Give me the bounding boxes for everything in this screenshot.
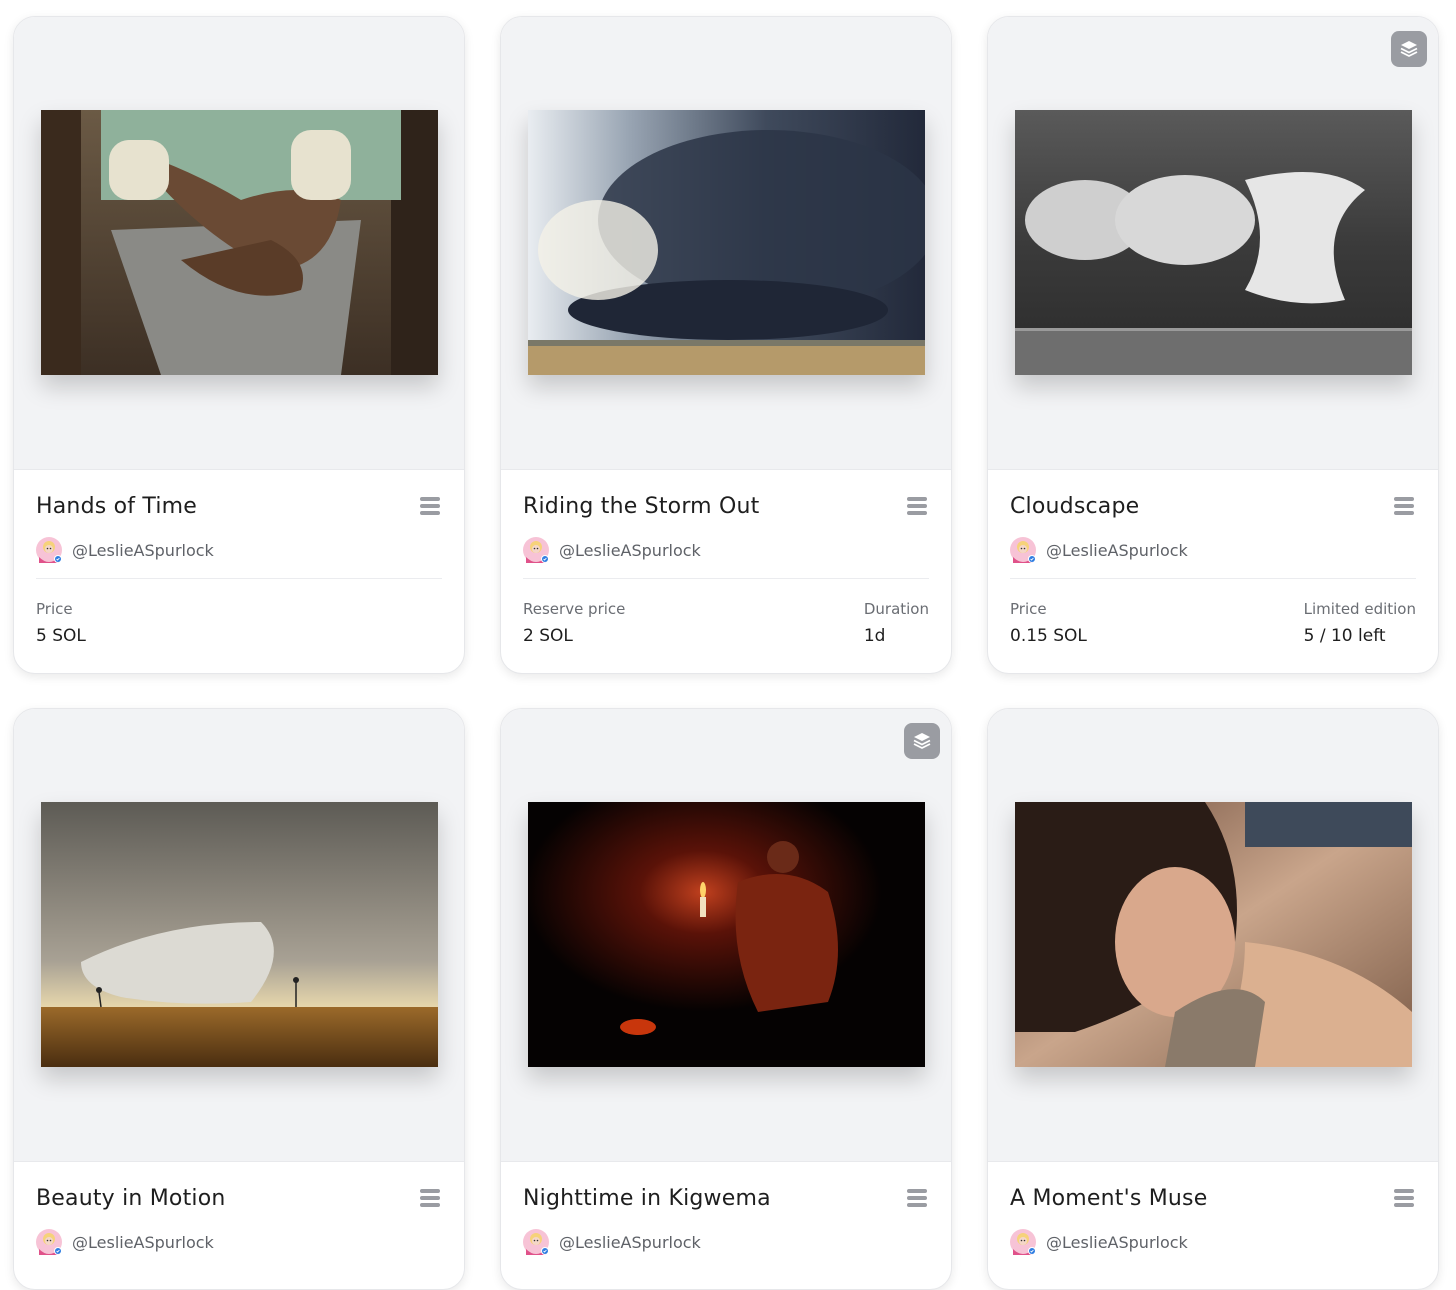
stack-layers-icon: [1400, 40, 1418, 57]
creator-avatar: [36, 537, 62, 563]
creator-avatar: [523, 1229, 549, 1255]
creator-handle[interactable]: @LeslieASpurlock: [1046, 541, 1188, 560]
hamburger-menu-icon[interactable]: [1394, 1189, 1414, 1207]
artwork-card[interactable]: Cloudscape @LeslieASpurlock Price 0.15 S…: [987, 16, 1439, 674]
artwork-preview[interactable]: [501, 709, 951, 1162]
creator-handle[interactable]: @LeslieASpurlock: [1046, 1233, 1188, 1252]
edition-badge: [1391, 31, 1427, 67]
artwork-preview[interactable]: [988, 17, 1438, 470]
edition-badge: [904, 723, 940, 759]
creator-handle[interactable]: @LeslieASpurlock: [559, 541, 701, 560]
creator-avatar: [36, 1229, 62, 1255]
stat-value: 5 / 10 left: [1303, 626, 1386, 646]
artwork-preview[interactable]: [988, 709, 1438, 1162]
artwork-title[interactable]: Hands of Time: [36, 494, 197, 519]
hamburger-menu-icon[interactable]: [420, 1189, 440, 1207]
stat-label: Price: [1010, 600, 1047, 618]
stat-label: Limited edition: [1303, 600, 1416, 618]
hamburger-menu-icon[interactable]: [420, 497, 440, 515]
artwork-preview[interactable]: [501, 17, 951, 470]
hamburger-menu-icon[interactable]: [907, 497, 927, 515]
artwork-card[interactable]: Beauty in Motion @LeslieASpurlock: [13, 708, 465, 1290]
artwork-image-nighttime-in-kigwema: [528, 802, 925, 1067]
stack-layers-icon: [913, 732, 931, 749]
stat-label: Reserve price: [523, 600, 626, 618]
artwork-card[interactable]: Riding the Storm Out @LeslieASpurlock Re…: [500, 16, 952, 674]
stat-value: 0.15 SOL: [1010, 626, 1087, 646]
stat-label: Price: [36, 600, 73, 618]
stat-value: 5 SOL: [36, 626, 86, 646]
artwork-card[interactable]: A Moment's Muse @LeslieASpurlock: [987, 708, 1439, 1290]
artwork-preview[interactable]: [14, 17, 464, 470]
creator-link[interactable]: @LeslieASpurlock: [36, 528, 442, 572]
artwork-image-a-moments-muse: [1015, 802, 1412, 1067]
creator-handle[interactable]: @LeslieASpurlock: [559, 1233, 701, 1252]
creator-avatar: [1010, 1229, 1036, 1255]
creator-link[interactable]: @LeslieASpurlock: [1010, 528, 1416, 572]
artwork-title[interactable]: Beauty in Motion: [36, 1186, 226, 1211]
artwork-title[interactable]: Cloudscape: [1010, 494, 1139, 519]
creator-handle[interactable]: @LeslieASpurlock: [72, 1233, 214, 1252]
artwork-image-riding-the-storm-out: [528, 110, 925, 375]
creator-handle[interactable]: @LeslieASpurlock: [72, 541, 214, 560]
artwork-card[interactable]: Hands of Time @LeslieASpurlock Price 5 S…: [13, 16, 465, 674]
hamburger-menu-icon[interactable]: [1394, 497, 1414, 515]
artwork-image-cloudscape: [1015, 110, 1412, 375]
creator-avatar: [523, 537, 549, 563]
creator-link[interactable]: @LeslieASpurlock: [36, 1220, 442, 1264]
artwork-image-beauty-in-motion: [41, 802, 438, 1067]
stat-value: 2 SOL: [523, 626, 573, 646]
creator-link[interactable]: @LeslieASpurlock: [523, 1220, 929, 1264]
artwork-card[interactable]: Nighttime in Kigwema @LeslieASpurlock: [500, 708, 952, 1290]
artwork-title[interactable]: Nighttime in Kigwema: [523, 1186, 771, 1211]
hamburger-menu-icon[interactable]: [907, 1189, 927, 1207]
creator-avatar: [1010, 537, 1036, 563]
stat-label: Duration: [863, 600, 929, 618]
creator-link[interactable]: @LeslieASpurlock: [523, 528, 929, 572]
artwork-preview[interactable]: [14, 709, 464, 1162]
artwork-title[interactable]: Riding the Storm Out: [523, 494, 760, 519]
artwork-title[interactable]: A Moment's Muse: [1010, 1186, 1207, 1211]
stat-value: 1d: [863, 626, 886, 646]
creator-link[interactable]: @LeslieASpurlock: [1010, 1220, 1416, 1264]
artwork-image-hands-of-time: [41, 110, 438, 375]
